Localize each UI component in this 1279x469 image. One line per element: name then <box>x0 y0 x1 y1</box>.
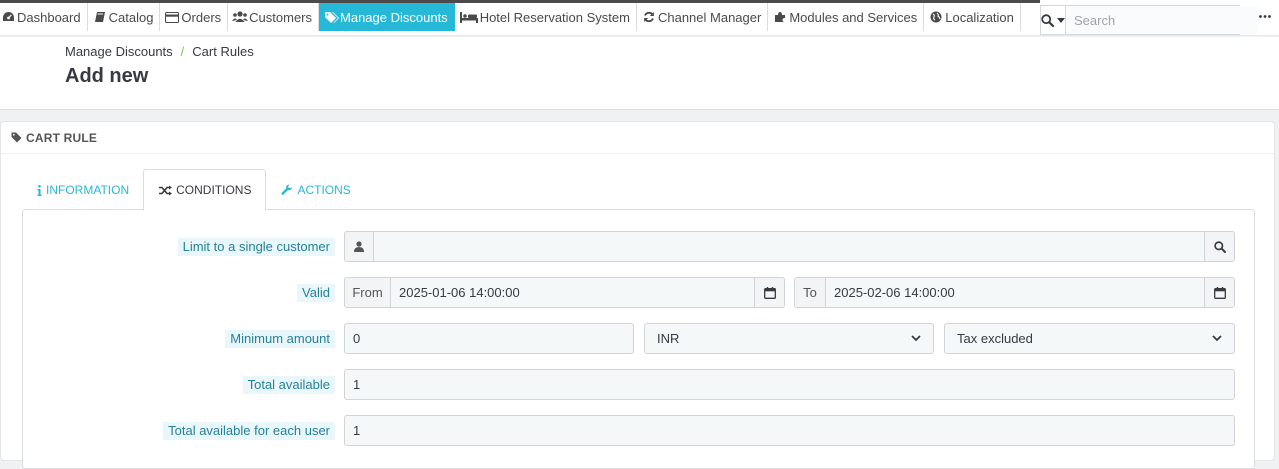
more-options-icon[interactable] <box>1258 9 1272 23</box>
nav-item-label: Localization <box>945 9 1014 25</box>
tab-label: CONDITIONS <box>176 183 252 197</box>
breadcrumb-current[interactable]: Cart Rules <box>192 44 253 59</box>
breadcrumb-parent[interactable]: Manage Discounts <box>65 44 173 59</box>
tab-conditions[interactable]: CONDITIONS <box>143 169 267 211</box>
form-row-total-available: Total available 1 <box>23 369 1254 400</box>
nav-item-catalog[interactable]: Catalog <box>88 3 161 31</box>
tax-select-value: Tax excluded <box>957 331 1033 346</box>
calendar-icon <box>1213 286 1226 299</box>
shuffle-icon <box>159 185 173 196</box>
nav-item-label: Orders <box>181 9 222 25</box>
search-input[interactable] <box>1066 6 1258 34</box>
conditions-tab-content: Limit to a single customer Valid From 20… <box>22 209 1255 469</box>
tab-label: INFORMATION <box>46 183 130 197</box>
nav-item-label: Catalog <box>108 9 154 25</box>
breadcrumb-separator: / <box>180 44 185 59</box>
nav-item-localization[interactable]: Localization <box>924 3 1021 31</box>
label-cell: Minimum amount <box>23 323 335 354</box>
nav-item-modules-and-services[interactable]: Modules and Services <box>768 3 925 31</box>
top-navigation-bar: Dashboard Catalog Orders Customers Manag… <box>0 0 1279 36</box>
label-cell: Total available for each user <box>23 415 335 446</box>
search-type-button[interactable] <box>1041 6 1066 34</box>
users-icon <box>232 10 249 24</box>
from-addon: From <box>345 278 391 307</box>
customer-label[interactable]: Limit to a single customer <box>177 238 335 256</box>
tags-icon <box>323 10 339 24</box>
panel-heading-label: CART RULE <box>26 130 98 145</box>
chevron-down-icon <box>1212 335 1222 342</box>
chevron-down-icon <box>911 335 921 342</box>
search-icon <box>1213 240 1226 253</box>
form-row-minimum-amount: Minimum amount 0 INR Tax excluded <box>23 323 1254 354</box>
tax-select[interactable]: Tax excluded <box>944 323 1235 354</box>
calendar-from-button[interactable] <box>754 278 784 307</box>
book-icon <box>92 10 108 24</box>
main-menu: Dashboard Catalog Orders Customers Manag… <box>0 3 1021 31</box>
nav-item-label: Channel Manager <box>657 9 762 25</box>
nav-item-hotel-reservation-system[interactable]: Hotel Reservation System <box>455 3 637 31</box>
search-icon <box>1041 13 1054 27</box>
nav-item-channel-manager[interactable]: Channel Manager <box>637 3 769 31</box>
info-icon <box>37 184 42 196</box>
minimum-amount-label[interactable]: Minimum amount <box>225 330 335 348</box>
total-per-user-label[interactable]: Total available for each user <box>163 422 335 440</box>
tab-information[interactable]: INFORMATION <box>22 169 143 211</box>
valid-to-input[interactable] <box>826 278 1204 307</box>
nav-item-label: Manage Discounts <box>340 9 448 25</box>
tag-icon <box>11 132 22 143</box>
user-icon <box>345 232 374 261</box>
minimum-amount-input[interactable]: 0 <box>344 323 634 354</box>
tab-bar: INFORMATION CONDITIONS ACTIONS <box>22 169 365 211</box>
nav-item-label: Modules and Services <box>789 9 918 25</box>
bed-icon <box>459 10 479 24</box>
nav-item-label: Dashboard <box>17 9 81 25</box>
total-per-user-input[interactable]: 1 <box>344 415 1235 446</box>
panel-heading: CART RULE <box>1 122 1274 154</box>
label-cell: Valid <box>23 277 335 308</box>
currency-select[interactable]: INR <box>644 323 934 354</box>
search-box <box>1040 5 1258 35</box>
form-row-customer: Limit to a single customer <box>23 231 1254 262</box>
label-cell: Total available <box>23 369 335 400</box>
total-available-label[interactable]: Total available <box>242 376 335 394</box>
valid-label[interactable]: Valid <box>297 284 335 302</box>
form-row-valid: Valid From To <box>23 277 1254 308</box>
calendar-icon <box>763 286 776 299</box>
page-header: Manage Discounts / Cart Rules Add new <box>0 37 1279 110</box>
cart-rule-panel: CART RULE INFORMATION CONDITIONS ACTIONS… <box>0 121 1275 469</box>
nav-item-dashboard[interactable]: Dashboard <box>0 3 88 31</box>
refresh-icon <box>641 10 657 24</box>
nav-item-manage-discounts[interactable]: Manage Discounts <box>319 3 455 31</box>
puzzle-icon <box>772 10 788 24</box>
label-cell: Limit to a single customer <box>23 231 335 262</box>
caret-down-icon <box>1057 17 1065 23</box>
credit-card-icon <box>164 10 180 24</box>
nav-item-orders[interactable]: Orders <box>160 3 229 31</box>
calendar-to-button[interactable] <box>1204 278 1234 307</box>
breadcrumb: Manage Discounts / Cart Rules <box>65 44 254 59</box>
page-title: Add new <box>65 65 149 87</box>
nav-item-label: Customers <box>249 9 313 25</box>
tab-actions[interactable]: ACTIONS <box>266 169 364 211</box>
valid-from-input[interactable] <box>391 278 754 307</box>
form-row-total-per-user: Total available for each user 1 <box>23 415 1254 446</box>
tab-label: ACTIONS <box>297 183 351 197</box>
customer-search-button[interactable] <box>1204 232 1234 261</box>
nav-item-customers[interactable]: Customers <box>228 3 320 31</box>
valid-from-input-group: From <box>344 277 785 308</box>
customer-search-input[interactable] <box>374 232 1204 261</box>
nav-item-label: Hotel Reservation System <box>479 9 630 25</box>
valid-to-input-group: To <box>794 277 1235 308</box>
customer-input-group <box>344 231 1235 262</box>
currency-select-value: INR <box>657 331 680 346</box>
wrench-icon <box>281 184 293 196</box>
to-addon: To <box>795 278 826 307</box>
dashboard-icon <box>0 10 16 24</box>
globe-icon <box>928 10 944 24</box>
total-available-input[interactable]: 1 <box>344 369 1235 400</box>
